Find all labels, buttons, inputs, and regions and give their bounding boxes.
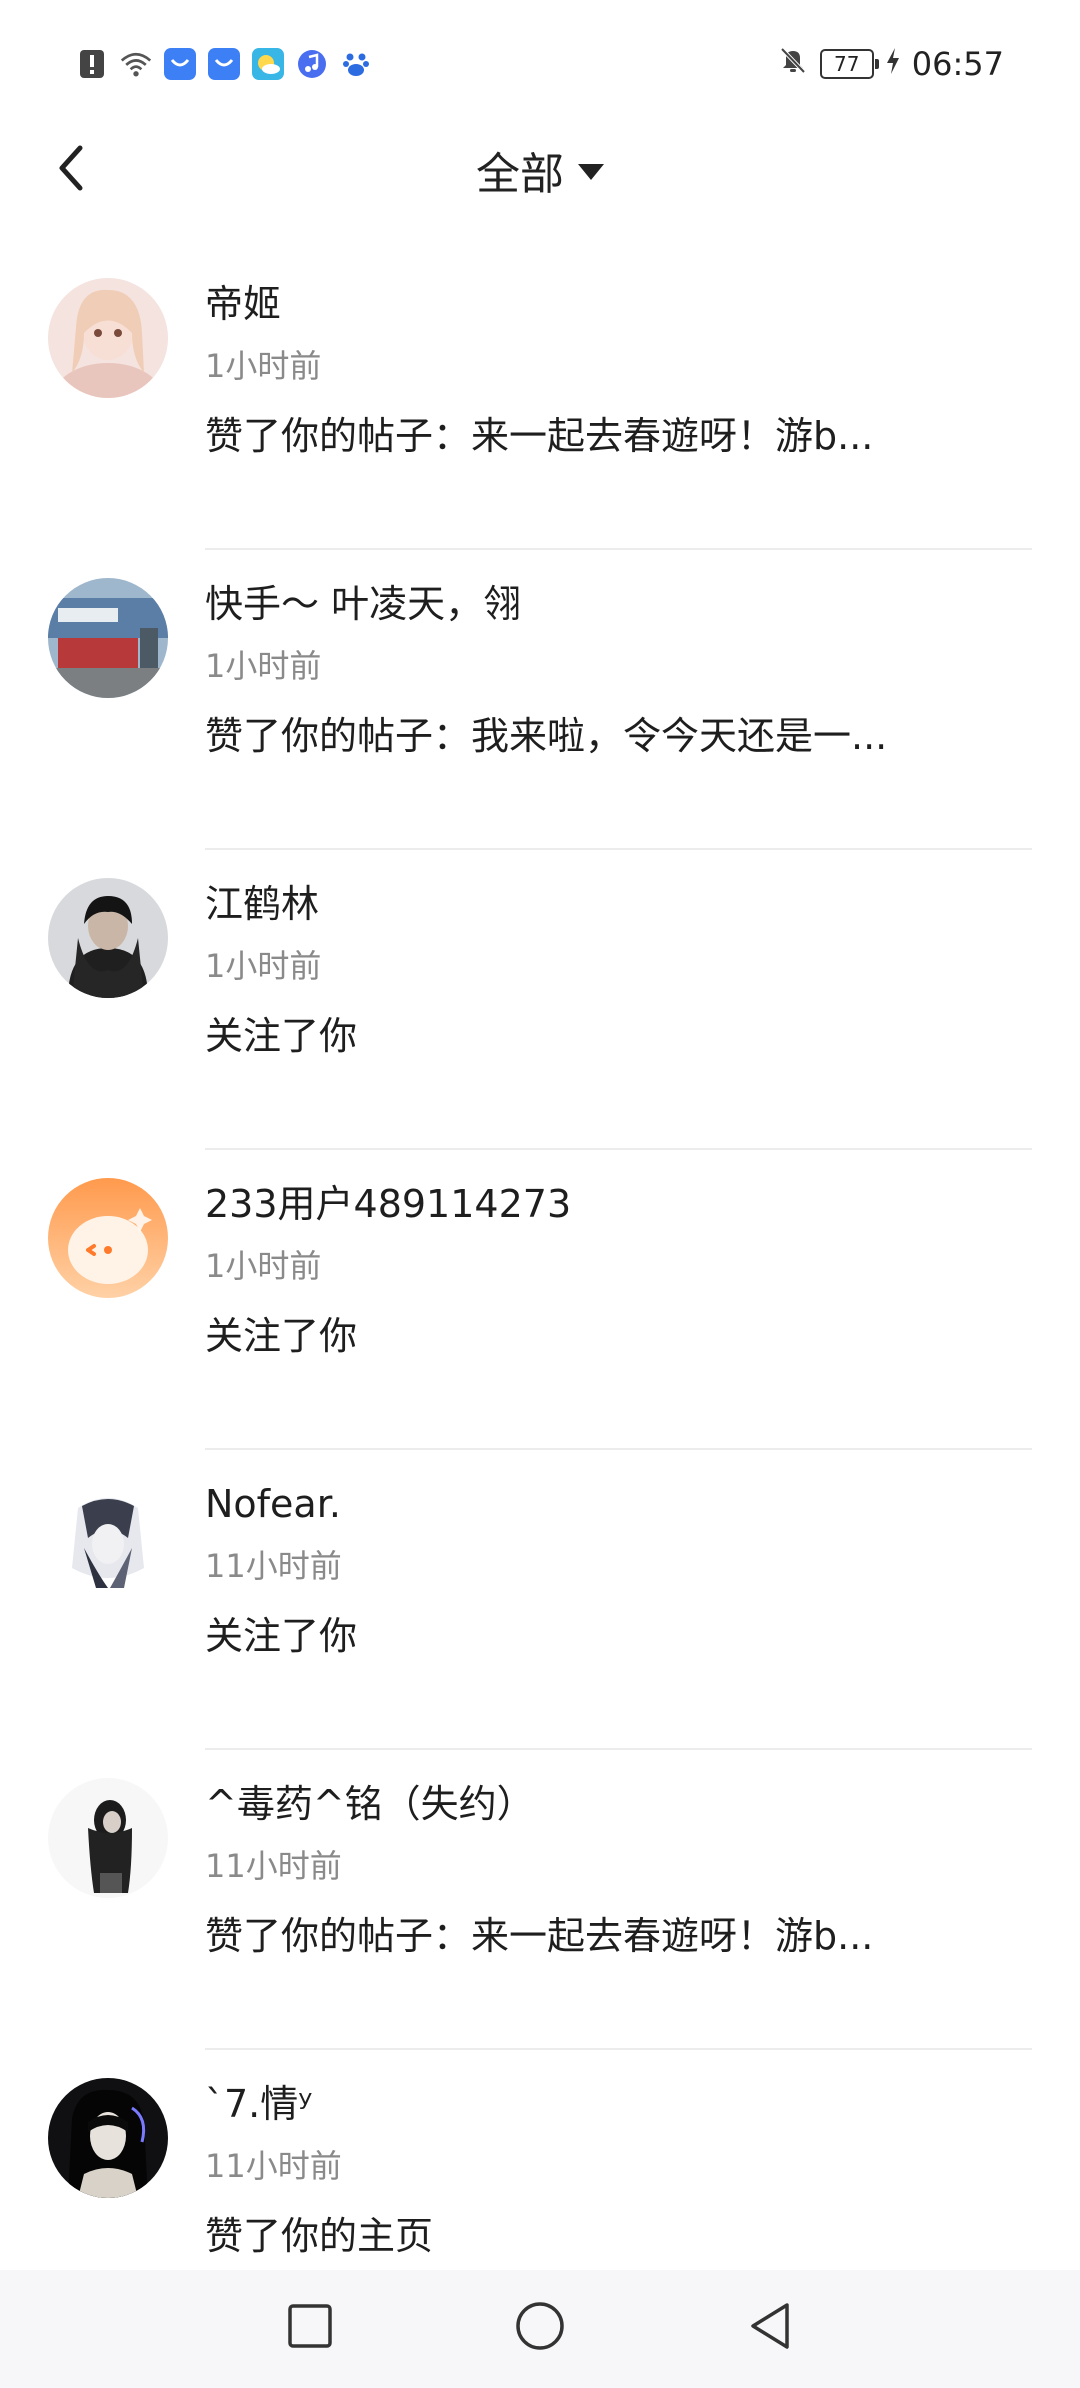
- navigation-bar: [0, 2270, 1080, 2388]
- notification-item[interactable]: 233用户489114273 1小时前 关注了你: [0, 1150, 1080, 1450]
- user-name[interactable]: 233用户489114273: [205, 1178, 1035, 1230]
- notification-content: 233用户489114273 1小时前 关注了你: [205, 1178, 1035, 1362]
- notification-message[interactable]: 赞了你的帖子：我来啦，令今天还是一...: [205, 710, 1035, 762]
- timestamp: 11小时前: [205, 2147, 342, 2185]
- status-right: 77 06:57: [778, 44, 1004, 84]
- battery-level: 77: [834, 52, 860, 76]
- notification-message[interactable]: 赞了你的主页: [205, 2210, 1035, 2262]
- notification-item[interactable]: 江鹤林 1小时前 关注了你: [0, 850, 1080, 1150]
- timestamp: 11小时前: [205, 1547, 342, 1585]
- user-name[interactable]: `7.情ʸ: [205, 2078, 1035, 2130]
- music-icon: [296, 48, 328, 80]
- wifi-icon: [120, 48, 152, 80]
- notification-item[interactable]: Nofear. 11小时前 关注了你: [0, 1450, 1080, 1750]
- user-name[interactable]: 江鹤林: [205, 878, 1035, 930]
- status-bar: 77 06:57: [0, 0, 1080, 120]
- filter-dropdown[interactable]: 全部: [0, 140, 1080, 200]
- alert-icon: [76, 48, 108, 80]
- notification-message[interactable]: 关注了你: [205, 1310, 1035, 1362]
- notification-message[interactable]: 赞了你的帖子：来一起去春遊呀！游b...: [205, 1910, 1035, 1962]
- notification-message[interactable]: 关注了你: [205, 1010, 1035, 1062]
- notification-message[interactable]: 赞了你的帖子：来一起去春遊呀！游b...: [205, 410, 1035, 462]
- user-name[interactable]: 帝姬: [205, 278, 1035, 330]
- avatar[interactable]: [48, 1178, 168, 1298]
- notification-item[interactable]: ^毒药^铭（失约） 11小时前 赞了你的帖子：来一起去春遊呀！游b...: [0, 1750, 1080, 2050]
- home-button[interactable]: [510, 2298, 570, 2358]
- timestamp: 1小时前: [205, 647, 322, 685]
- avatar[interactable]: [48, 2078, 168, 2198]
- user-name[interactable]: ^毒药^铭（失约）: [205, 1778, 1035, 1830]
- back-icon: [747, 2301, 793, 2355]
- caret-down-icon: [578, 164, 604, 180]
- mute-bell-icon: [778, 45, 808, 83]
- user-name[interactable]: Nofear.: [205, 1478, 1035, 1530]
- notification-list[interactable]: 帝姬 1小时前 赞了你的帖子：来一起去春遊呀！游b... 快手～ 叶凌天，翎 1…: [0, 250, 1080, 2270]
- notification-item[interactable]: `7.情ʸ 11小时前 赞了你的主页: [0, 2050, 1080, 2270]
- avatar[interactable]: [48, 578, 168, 698]
- charging-icon: [886, 45, 900, 83]
- notification-content: `7.情ʸ 11小时前 赞了你的主页: [205, 2078, 1035, 2262]
- timestamp: 1小时前: [205, 347, 322, 385]
- notification-content: Nofear. 11小时前 关注了你: [205, 1478, 1035, 1662]
- timestamp: 11小时前: [205, 1847, 342, 1885]
- page-title: 全部: [476, 149, 564, 200]
- back-nav-button[interactable]: [740, 2298, 800, 2358]
- notification-item[interactable]: 帝姬 1小时前 赞了你的帖子：来一起去春遊呀！游b...: [0, 250, 1080, 550]
- status-left: [76, 44, 372, 84]
- screen: 77 06:57 全部 帝姬 1小时前 赞了你的帖子：来一起去春遊呀！游b...…: [0, 0, 1080, 2388]
- taobao-icon: [164, 48, 196, 80]
- timestamp: 1小时前: [205, 947, 322, 985]
- timestamp: 1小时前: [205, 1247, 322, 1285]
- avatar[interactable]: [48, 1778, 168, 1898]
- notification-message[interactable]: 关注了你: [205, 1610, 1035, 1662]
- notification-content: ^毒药^铭（失约） 11小时前 赞了你的帖子：来一起去春遊呀！游b...: [205, 1778, 1035, 1962]
- clock-time: 06:57: [911, 45, 1004, 83]
- avatar[interactable]: [48, 278, 168, 398]
- battery-indicator: 77: [819, 49, 879, 79]
- recent-apps-icon: [287, 2303, 333, 2353]
- avatar[interactable]: [48, 1478, 168, 1598]
- header: 全部: [0, 120, 1080, 220]
- home-icon: [514, 2300, 566, 2356]
- user-name[interactable]: 快手～ 叶凌天，翎: [205, 578, 1035, 630]
- recent-apps-button[interactable]: [280, 2298, 340, 2358]
- notification-content: 帝姬 1小时前 赞了你的帖子：来一起去春遊呀！游b...: [205, 278, 1035, 462]
- notification-content: 江鹤林 1小时前 关注了你: [205, 878, 1035, 1062]
- avatar[interactable]: [48, 878, 168, 998]
- weather-icon: [252, 48, 284, 80]
- taobao-icon-2: [208, 48, 240, 80]
- notification-item[interactable]: 快手～ 叶凌天，翎 1小时前 赞了你的帖子：我来啦，令今天还是一...: [0, 550, 1080, 850]
- baidu-icon: [340, 48, 372, 80]
- notification-content: 快手～ 叶凌天，翎 1小时前 赞了你的帖子：我来啦，令今天还是一...: [205, 578, 1035, 762]
